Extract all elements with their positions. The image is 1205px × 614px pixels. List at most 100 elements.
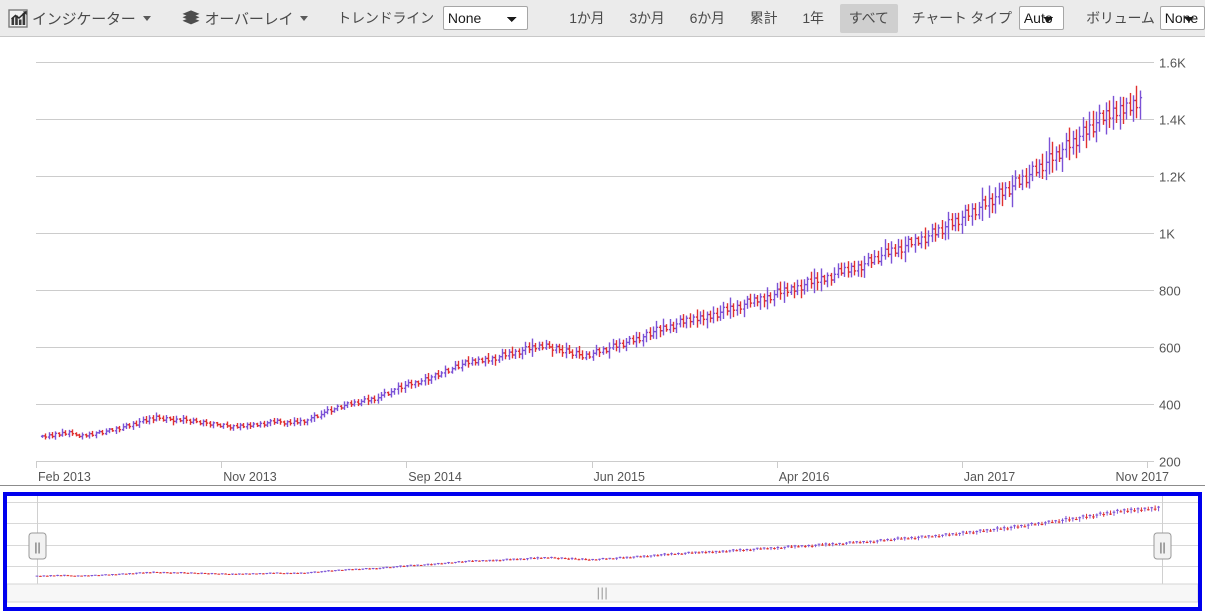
bar-chart-trend-icon — [7, 7, 29, 29]
ohlc-bar — [954, 213, 957, 231]
ohlc-bar — [420, 378, 423, 385]
ohlc-bar — [1045, 151, 1048, 180]
ohlc-bar — [652, 326, 655, 338]
indicators-menu[interactable]: インジケーター — [3, 5, 155, 31]
ohlc-bar — [363, 396, 366, 403]
ohlc-bar — [823, 275, 826, 285]
y-axis-label: 1.4K — [1159, 113, 1186, 128]
ohlc-bar — [128, 423, 131, 429]
range-button-1[interactable]: 3か月 — [620, 4, 673, 33]
ohlc-bar — [108, 428, 111, 433]
ohlc-bar — [984, 196, 987, 210]
ohlc-bar — [461, 360, 464, 372]
ohlc-bar — [471, 357, 474, 366]
ohlc-bar — [397, 382, 400, 394]
ohlc-bar — [353, 399, 356, 406]
price-chart-panel[interactable]: 2004006008001K1.2K1.4K1.6K Feb 2013Nov 2… — [0, 37, 1205, 488]
ohlc-bar — [729, 298, 732, 319]
ohlc-bar — [853, 261, 856, 276]
x-axis-label: Nov 2017 — [1115, 470, 1169, 484]
ohlc-bar — [105, 428, 108, 435]
ohlc-bar — [1098, 105, 1101, 132]
ohlc-bar — [994, 187, 997, 213]
ohlc-bar — [1031, 161, 1034, 181]
x-axis-label: Sep 2014 — [408, 470, 462, 484]
range-button-2[interactable]: 6か月 — [681, 4, 734, 33]
ohlc-bar — [88, 432, 91, 439]
ohlc-bar — [568, 345, 571, 354]
ohlc-bar — [481, 358, 484, 364]
ohlc-bar — [907, 236, 910, 253]
ohlc-bar — [498, 355, 501, 363]
ohlc-bar — [283, 421, 286, 427]
range-button-3[interactable]: 累計 — [741, 4, 787, 33]
ohlc-bar — [1048, 137, 1051, 174]
ohlc-bar — [434, 373, 437, 381]
navigator-svg: ||| || || — [7, 496, 1198, 607]
ohlc-bar — [743, 300, 746, 318]
ohlc-bar — [538, 342, 541, 351]
ohlc-bar — [1011, 175, 1014, 207]
overlays-menu[interactable]: オーバーレイ — [176, 5, 313, 31]
ohlc-bar — [138, 418, 141, 428]
ohlc-bar — [941, 220, 944, 239]
range-handle-left[interactable]: || — [29, 533, 46, 559]
ohlc-bar — [202, 419, 205, 426]
ohlc-bar — [91, 431, 94, 437]
navigator-scrollbar-track[interactable]: ||| — [7, 584, 1198, 602]
ohlc-bar — [78, 434, 81, 438]
ohlc-bar — [350, 400, 353, 407]
ohlc-bar — [1014, 170, 1017, 190]
ohlc-bar — [175, 416, 178, 424]
range-button-0[interactable]: 1か月 — [560, 4, 613, 33]
range-handle-right[interactable]: || — [1154, 533, 1171, 559]
trendline-select[interactable]: None — [443, 6, 528, 30]
ohlc-bar — [595, 345, 598, 356]
ohlc-bar — [890, 241, 893, 263]
ohlc-bar — [256, 423, 259, 427]
ohlc-bar — [978, 202, 981, 219]
ohlc-bar — [1092, 111, 1095, 138]
ohlc-bar — [323, 409, 326, 417]
ohlc-bar — [816, 272, 819, 290]
range-button-4[interactable]: 1年 — [793, 4, 832, 33]
charttype-select[interactable]: Auto — [1019, 6, 1064, 30]
x-axis-label: Feb 2013 — [38, 470, 91, 484]
navigator-gridlines — [7, 496, 1198, 590]
ohlc-bar — [612, 339, 615, 350]
ohlc-bar — [645, 329, 648, 342]
ohlc-bar — [914, 234, 917, 253]
ohlc-bar — [524, 342, 527, 355]
range-navigator[interactable]: ||| || || — [3, 492, 1202, 611]
ohlc-bar — [561, 345, 564, 357]
ohlc-bar — [148, 415, 151, 424]
ohlc-bar — [843, 263, 846, 277]
ohlc-bar — [803, 279, 806, 294]
ohlc-bar — [242, 423, 245, 428]
ohlc-bar — [266, 421, 269, 427]
ohlc-bar — [625, 338, 628, 351]
ohlc-bar — [588, 351, 591, 358]
range-button-5[interactable]: すべて — [840, 4, 898, 33]
range-grip-center[interactable]: ||| — [597, 585, 609, 600]
ohlc-bar — [195, 418, 198, 423]
ohlc-bar — [487, 353, 490, 364]
ohlc-bar — [810, 272, 813, 289]
ohlc-bar — [122, 424, 125, 431]
ohlc-bar — [638, 332, 641, 343]
price-chart-svg: 2004006008001K1.2K1.4K1.6K Feb 2013Nov 2… — [0, 37, 1205, 488]
ohlc-bar — [870, 254, 873, 268]
ohlc-bar — [840, 263, 843, 276]
ohlc-bar — [390, 388, 393, 397]
ohlc-bar — [286, 420, 289, 427]
ohlc-bar — [229, 424, 232, 430]
ohlc-bar — [887, 243, 890, 257]
volume-select[interactable]: None — [1160, 6, 1205, 30]
ohlc-bar — [615, 340, 618, 351]
ohlc-bar — [732, 303, 735, 317]
ohlc-bar — [367, 395, 370, 405]
ohlc-bar — [944, 221, 947, 240]
ohlc-bar — [454, 361, 457, 371]
chart-toolbar: インジケーター オーバーレイ トレンドライン None 1か月3か月6か月累計1… — [0, 0, 1205, 37]
ohlc-bar — [467, 356, 470, 367]
